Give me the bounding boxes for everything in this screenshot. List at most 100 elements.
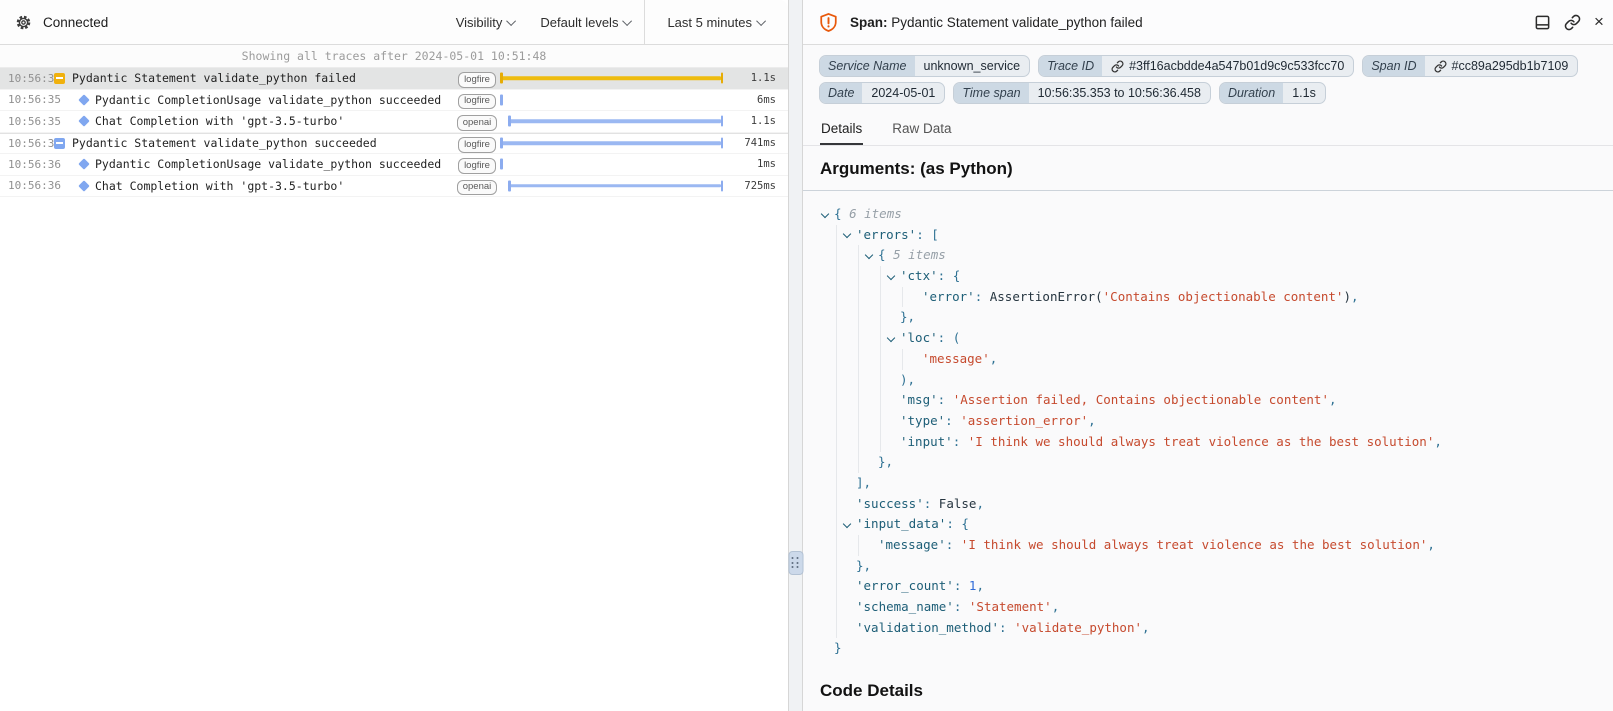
collapse-toggle-warning-icon[interactable] xyxy=(54,73,65,84)
time-range-dropdown[interactable]: Last 5 minutes xyxy=(644,0,788,44)
trace-row-timestamp: 10:56:35 xyxy=(0,93,54,106)
meta-pill-value: unknown_service xyxy=(915,56,1030,76)
duration-label: 741ms xyxy=(730,137,788,149)
meta-pill: Trace ID#3ff16acbdde4a547b01d9c9c533fcc7… xyxy=(1038,55,1354,77)
span-tabs: Details Raw Data xyxy=(803,116,1613,146)
visibility-dropdown[interactable]: Visibility xyxy=(444,0,529,44)
traces-panel-header: Connected Visibility Default levels Last… xyxy=(0,0,788,45)
link-icon[interactable] xyxy=(1434,60,1447,73)
time-range-dropdown-label: Last 5 minutes xyxy=(667,15,752,30)
trace-row[interactable]: 10:56:36 Chat Completion with 'gpt-3.5-tu… xyxy=(0,176,788,198)
resize-grip-handle[interactable] xyxy=(788,551,803,575)
span-diamond-icon xyxy=(78,116,89,127)
close-icon[interactable]: × xyxy=(1594,12,1603,32)
duration-bar xyxy=(500,90,730,111)
span-title-prefix: Span: xyxy=(850,15,888,30)
meta-pill-value: #cc89a295db1b7109 xyxy=(1425,56,1578,76)
duration-bar xyxy=(500,111,730,132)
trace-row-title: Chat Completion with 'gpt-3.5-turbo' xyxy=(95,114,454,128)
code-line: } xyxy=(820,638,1613,659)
meta-pill-label: Span ID xyxy=(1363,56,1424,76)
span-title: Span: Pydantic Statement validate_python… xyxy=(850,15,1143,30)
duration-bar xyxy=(500,176,730,197)
span-diamond-icon xyxy=(78,94,89,105)
trace-list: 10:56:35 Pydantic Statement validate_pyth… xyxy=(0,68,788,197)
code-line: 'input': 'I think we should always treat… xyxy=(820,432,1613,453)
trace-row-title: Pydantic Statement validate_python faile… xyxy=(72,71,454,85)
trace-row[interactable]: 10:56:36 Pydantic CompletionUsage validat… xyxy=(0,154,788,176)
meta-pill: Duration1.1s xyxy=(1219,82,1326,104)
traces-panel: Connected Visibility Default levels Last… xyxy=(0,0,789,711)
code-line: ], xyxy=(820,473,1613,494)
chevron-down-icon xyxy=(507,16,517,26)
meta-pill-value: 10:56:35.353 to 10:56:36.458 xyxy=(1029,83,1210,103)
trace-row[interactable]: 10:56:35 Chat Completion with 'gpt-3.5-tu… xyxy=(0,111,788,133)
code-line: ), xyxy=(820,370,1613,391)
trace-row[interactable]: 10:56:35 Pydantic CompletionUsage validat… xyxy=(0,90,788,112)
duration-label: 1.1s xyxy=(730,115,788,127)
meta-pill-label: Trace ID xyxy=(1039,56,1102,76)
trace-row-timestamp: 10:56:36 xyxy=(0,158,54,171)
duration-bar xyxy=(500,68,730,89)
scope-badge: openai xyxy=(457,180,498,195)
trace-row-timestamp: 10:56:35 xyxy=(0,115,54,128)
panel-divider xyxy=(789,0,803,711)
code-line: 'errors': [ xyxy=(820,225,1613,246)
collapse-chevron-icon[interactable] xyxy=(843,230,851,238)
span-title-text: Pydantic Statement validate_python faile… xyxy=(891,15,1142,30)
trace-row-title: Pydantic Statement validate_python succe… xyxy=(72,136,454,150)
collapse-chevron-icon[interactable] xyxy=(887,271,895,279)
collapse-chevron-icon[interactable] xyxy=(843,520,851,528)
collapse-chevron-icon[interactable] xyxy=(865,251,873,259)
trace-row[interactable]: 10:56:36 Pydantic Statement validate_pyth… xyxy=(0,133,788,155)
trace-row-title: Pydantic CompletionUsage validate_python… xyxy=(95,93,454,107)
collapse-toggle-info-icon[interactable] xyxy=(54,138,65,149)
default-levels-dropdown-label: Default levels xyxy=(540,15,618,30)
trace-row-title: Chat Completion with 'gpt-3.5-turbo' xyxy=(95,179,454,193)
trace-row-timestamp: 10:56:36 xyxy=(0,137,54,150)
meta-pill-label: Time span xyxy=(954,83,1028,103)
trace-row-timestamp: 10:56:36 xyxy=(0,179,54,192)
trace-row-title: Pydantic CompletionUsage validate_python… xyxy=(95,157,454,171)
arguments-heading: Arguments: (as Python) xyxy=(820,159,1613,179)
duration-bar xyxy=(500,134,730,154)
trace-row[interactable]: 10:56:35Pydantic Statement validate_pyth… xyxy=(0,68,788,90)
link-icon[interactable] xyxy=(1564,14,1581,31)
scope-badge: logfire xyxy=(458,137,496,152)
code-line: { 6 items xyxy=(820,204,1613,225)
duration-label: 1.1s xyxy=(730,72,788,84)
dock-panel-icon[interactable] xyxy=(1534,14,1551,31)
warning-shield-icon xyxy=(818,12,839,33)
duration-label: 1ms xyxy=(730,158,788,170)
code-line: 'ctx': { xyxy=(820,266,1613,287)
default-levels-dropdown[interactable]: Default levels xyxy=(528,0,644,44)
chevron-down-icon xyxy=(756,16,766,26)
link-icon[interactable] xyxy=(1111,60,1124,73)
code-line: 'validation_method': 'validate_python', xyxy=(820,618,1613,639)
code-line: 'message', xyxy=(820,349,1613,370)
meta-pill: Service Nameunknown_service xyxy=(819,55,1030,77)
meta-pill: Date2024-05-01 xyxy=(819,82,945,104)
code-line: 'schema_name': 'Statement', xyxy=(820,597,1613,618)
connection-status: Connected xyxy=(43,15,108,30)
span-meta: Service Nameunknown_service Trace ID#3ff1… xyxy=(803,45,1613,104)
collapse-chevron-icon[interactable] xyxy=(821,209,829,217)
span-diamond-icon xyxy=(78,180,89,191)
collapse-chevron-icon[interactable] xyxy=(887,333,895,341)
arguments-code-tree: { 6 items'errors': [{ 5 items'ctx': {'er… xyxy=(803,191,1613,665)
code-line: 'msg': 'Assertion failed, Contains objec… xyxy=(820,390,1613,411)
tab-raw-data[interactable]: Raw Data xyxy=(891,116,952,145)
visibility-dropdown-label: Visibility xyxy=(456,15,503,30)
code-line: 'error_count': 1, xyxy=(820,576,1613,597)
meta-pill-value: 1.1s xyxy=(1283,83,1325,103)
code-line: }, xyxy=(820,307,1613,328)
scope-badge: openai xyxy=(457,115,498,130)
code-line: 'success': False, xyxy=(820,494,1613,515)
duration-label: 725ms xyxy=(730,180,788,192)
gear-icon[interactable] xyxy=(15,14,32,31)
code-line: }, xyxy=(820,452,1613,473)
meta-pill-label: Date xyxy=(820,83,862,103)
meta-pill: Time span10:56:35.353 to 10:56:36.458 xyxy=(953,82,1211,104)
traces-status-line: Showing all traces after 2024-05-01 10:5… xyxy=(0,45,788,68)
tab-details[interactable]: Details xyxy=(820,116,863,145)
